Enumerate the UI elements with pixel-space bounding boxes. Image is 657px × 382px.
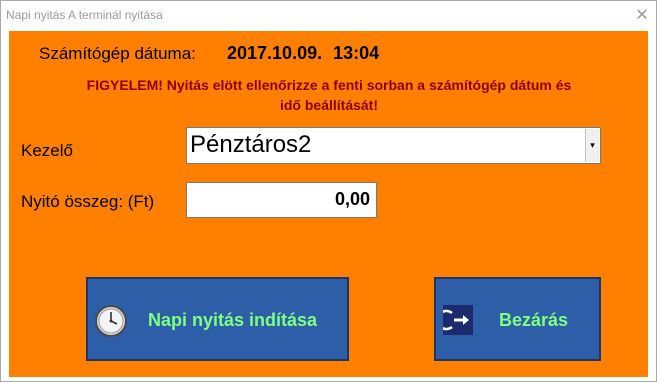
close-button[interactable]: Bezárás: [434, 277, 601, 361]
window-title: Napi nyitás A terminál nyitása: [6, 8, 163, 22]
amount-value: 0,00: [334, 189, 370, 209]
operator-label: Kezelő: [21, 141, 73, 160]
amount-input[interactable]: 0,00: [186, 182, 377, 218]
close-button-label: Bezárás: [499, 310, 569, 330]
main-panel: Számítógép dátuma: 2017.10.09. 13:04 FIG…: [9, 31, 648, 377]
close-window-button[interactable]: ✕: [634, 7, 650, 23]
clock-icon: [95, 305, 127, 337]
date-value: 2017.10.09. 13:04: [227, 43, 380, 63]
start-daily-opening-button[interactable]: Napi nyitás indítása: [86, 277, 349, 361]
warning-line-1: FIGYELEM! Nyitás elött ellenőrizze a fen…: [86, 77, 572, 93]
warning-line-2: idő beállítását!: [279, 97, 379, 113]
app-window: Napi nyitás A terminál nyitása ✕ Számító…: [0, 0, 657, 382]
exit-icon: [443, 305, 473, 335]
operator-select[interactable]: Pénztáros2 ▾: [186, 127, 601, 164]
start-daily-opening-label: Napi nyitás indítása: [148, 310, 318, 330]
dropdown-arrow-button[interactable]: ▾: [585, 129, 599, 162]
warning-message: FIGYELEM! Nyitás elött ellenőrizze a fen…: [19, 75, 639, 115]
operator-selected-value: Pénztáros2: [190, 131, 312, 158]
title-bar: Napi nyitás A terminál nyitása ✕: [1, 1, 656, 30]
date-label: Számítógép dátuma:: [39, 44, 196, 63]
amount-label: Nyitó összeg: (Ft): [21, 192, 155, 211]
